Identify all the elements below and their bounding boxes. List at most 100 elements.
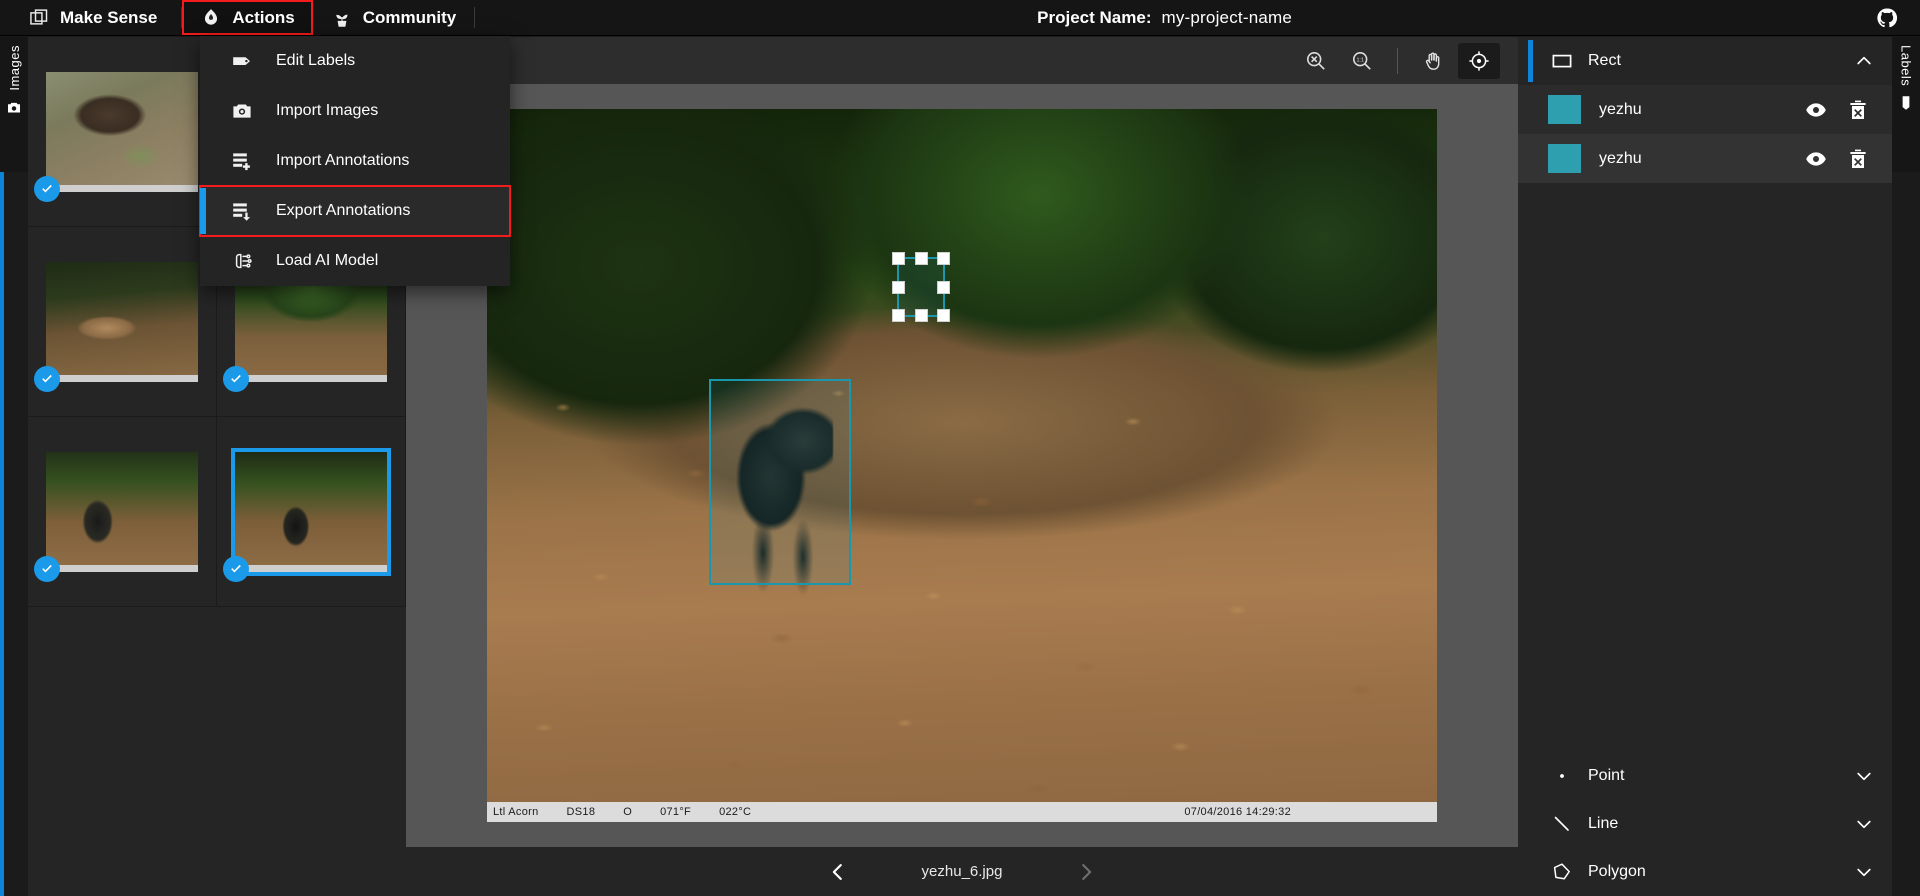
list-plus-icon [230, 149, 254, 173]
menu-item-import-annotations[interactable]: Import Annotations [200, 136, 510, 186]
app-brand[interactable]: Make Sense [0, 0, 181, 35]
label-color-swatch [1548, 95, 1581, 124]
menu-item-import-images[interactable]: Import Images [200, 86, 510, 136]
navbar-spacer [475, 0, 1037, 35]
thumbnail-check-badge [223, 365, 249, 392]
resize-handle-sw[interactable] [892, 309, 905, 322]
trash-icon[interactable] [1846, 98, 1870, 122]
chevron-down-icon[interactable] [1854, 766, 1874, 786]
actions-dropdown-menu: Edit Labels Import Images Import Annotat… [199, 36, 511, 286]
section-header-line[interactable]: Line [1518, 800, 1892, 848]
rectangle-icon [1550, 49, 1574, 73]
table-row[interactable]: yezhu [1518, 134, 1892, 183]
dot-icon [1550, 764, 1574, 788]
github-link[interactable] [1854, 0, 1920, 35]
moon-phase: O [623, 806, 633, 818]
menu-item-edit-labels[interactable]: Edit Labels [200, 36, 510, 86]
thumbnail-image [46, 71, 198, 192]
make-sense-app: Make Sense Actions Community Project Nam… [0, 0, 1920, 896]
github-icon [1876, 7, 1898, 29]
resize-handle-ne[interactable] [937, 252, 950, 265]
thumbnail-5[interactable] [34, 451, 198, 582]
camera-icon [230, 99, 254, 123]
photo-texture [487, 351, 1437, 822]
menu-item-label: Export Annotations [276, 202, 411, 219]
thumbnail-info-bar [46, 374, 198, 382]
chevron-down-icon[interactable] [1854, 814, 1874, 834]
chevron-left-icon [827, 861, 849, 883]
thumbnail-info-bar [235, 564, 387, 572]
section-title-line: Line [1588, 815, 1619, 832]
section-title-polygon: Polygon [1588, 863, 1646, 880]
camera-trap-left-info: Ltl Acorn DS18 O 071°F 022°C [493, 806, 751, 818]
editor-area: 1:1 Ltl Acorn DS18 O 071°F 022°C 07/04/2… [406, 37, 1518, 896]
annotation-small[interactable] [892, 252, 950, 322]
menu-item-label: Import Images [276, 102, 379, 119]
section-header-polygon[interactable]: Polygon [1518, 848, 1892, 896]
ai-chip-icon [230, 249, 254, 273]
thumbnail-info-bar [46, 564, 198, 572]
section-title-rect: Rect [1588, 52, 1621, 69]
labels-side-tab-label: Labels [1898, 45, 1914, 87]
chevron-down-icon[interactable] [1854, 862, 1874, 882]
thumbnail-check-badge [223, 555, 249, 582]
resize-handle-n[interactable] [914, 252, 928, 265]
list-item[interactable] [28, 37, 217, 227]
section-header-point[interactable]: Point [1518, 752, 1892, 800]
resize-handle-nw[interactable] [892, 252, 905, 265]
list-item[interactable] [217, 417, 406, 607]
menu-item-load-ai-model[interactable]: Load AI Model [200, 236, 510, 286]
navbar-spacer-right [1292, 0, 1854, 35]
thumbnail-1[interactable] [34, 71, 198, 202]
labels-side-tab[interactable]: Labels [1892, 37, 1920, 172]
section-header-rect[interactable]: Rect [1518, 37, 1892, 85]
list-item[interactable] [28, 227, 217, 417]
copy-stack-icon [28, 7, 50, 29]
actions-menu-button[interactable]: Actions [182, 0, 313, 35]
community-button[interactable]: Community [313, 0, 475, 35]
label-color-swatch [1548, 144, 1581, 173]
menu-item-export-annotations[interactable]: Export Annotations [199, 185, 511, 237]
resize-handle-w[interactable] [892, 280, 905, 294]
chevron-right-icon [1075, 861, 1097, 883]
pan-button[interactable] [1412, 43, 1454, 79]
zoom-out-button[interactable] [1295, 43, 1337, 79]
zoom-out-icon [1304, 49, 1328, 73]
menu-item-label: Edit Labels [276, 52, 356, 69]
image-canvas[interactable]: Ltl Acorn DS18 O 071°F 022°C 07/04/2016 … [406, 84, 1518, 847]
list-download-icon [230, 199, 254, 223]
actions-menu-label: Actions [232, 7, 295, 27]
images-side-accent [0, 172, 4, 896]
resize-handle-se[interactable] [937, 309, 950, 322]
image-navigation-bar: yezhu_6.jpg [406, 847, 1518, 896]
trash-icon[interactable] [1846, 147, 1870, 171]
list-item[interactable] [28, 417, 217, 607]
temperature-fahrenheit: 071°F [660, 806, 692, 818]
menu-item-label: Load AI Model [276, 252, 379, 269]
zoom-actual-size-button[interactable]: 1:1 [1341, 43, 1383, 79]
menu-item-label: Import Annotations [276, 152, 410, 169]
annotated-photo[interactable]: Ltl Acorn DS18 O 071°F 022°C 07/04/2016 … [487, 109, 1437, 822]
chevron-up-icon[interactable] [1854, 51, 1874, 71]
images-side-tab[interactable]: Images [0, 37, 28, 172]
thumbnail-image [46, 261, 198, 382]
table-row[interactable]: yezhu [1518, 85, 1892, 134]
thumbnail-3[interactable] [34, 261, 198, 392]
next-image-button[interactable] [1057, 861, 1115, 883]
previous-image-button[interactable] [809, 861, 867, 883]
svg-text:1:1: 1:1 [1356, 57, 1364, 63]
resize-handle-e[interactable] [937, 280, 950, 294]
rect-label-list: yezhu yezhu [1518, 85, 1892, 183]
eye-icon[interactable] [1804, 147, 1828, 171]
label-name: yezhu [1599, 100, 1642, 118]
seedling-icon [331, 7, 353, 29]
tag-icon [1897, 94, 1915, 117]
community-label: Community [362, 7, 457, 27]
annotation-large[interactable] [709, 379, 851, 585]
current-image-filename: yezhu_6.jpg [921, 863, 1003, 880]
resize-handle-s[interactable] [914, 309, 928, 322]
crosshair-icon [1467, 49, 1491, 73]
fit-to-screen-button[interactable] [1458, 42, 1500, 79]
eye-icon[interactable] [1804, 98, 1828, 122]
thumbnail-6-selected[interactable] [223, 447, 391, 582]
